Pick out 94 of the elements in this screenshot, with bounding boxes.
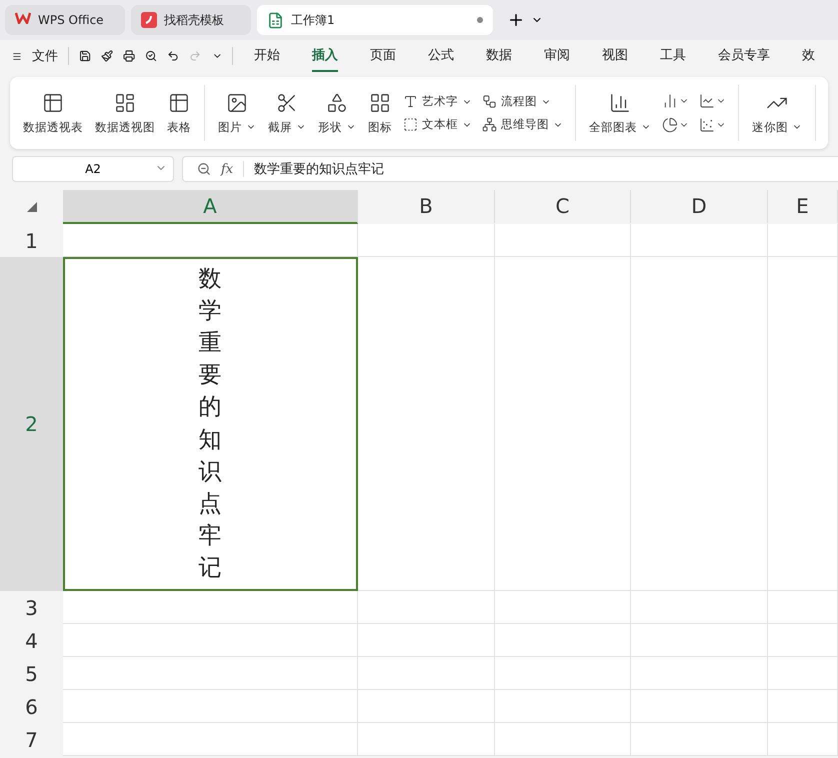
table-cell[interactable]: [768, 723, 838, 756]
document-tab[interactable]: WPS Office: [5, 5, 125, 35]
name-box[interactable]: A2: [12, 156, 174, 182]
brush-icon[interactable]: [100, 48, 113, 64]
table-cell[interactable]: [495, 591, 631, 624]
ribbon-tab[interactable]: 插入: [312, 40, 338, 72]
table-cell[interactable]: [63, 224, 358, 257]
bar-chart-icon: [609, 92, 631, 114]
table-cell[interactable]: [63, 624, 358, 657]
formula-text: 数学重要的知识点牢记: [254, 161, 384, 178]
scatter-chart-icon[interactable]: [699, 117, 715, 133]
table-cell[interactable]: [358, 224, 495, 257]
spreadsheet-icon: [267, 12, 284, 28]
image-icon: [226, 92, 248, 114]
table-cell[interactable]: [631, 224, 768, 257]
table-cell[interactable]: [495, 723, 631, 756]
table-cell[interactable]: [63, 591, 358, 624]
unsaved-dot-icon: [477, 17, 483, 23]
table-icon: [42, 92, 64, 114]
ribbon-tab[interactable]: 页面: [370, 40, 396, 72]
ribbon-tab[interactable]: 视图: [602, 40, 628, 72]
ribbon-button[interactable]: 数据透视表: [18, 90, 88, 136]
new-tab-icon[interactable]: [507, 11, 525, 29]
ribbon-tab[interactable]: 效: [802, 40, 815, 72]
table-cell[interactable]: [358, 624, 495, 657]
dashed-square-icon: [403, 117, 418, 132]
ribbon-button[interactable]: 图标: [363, 90, 397, 136]
document-tab[interactable]: 工作簿1: [257, 5, 493, 35]
table-cell[interactable]: [631, 690, 768, 723]
table-cell[interactable]: [358, 690, 495, 723]
table-cell[interactable]: [631, 591, 768, 624]
table-cell[interactable]: [631, 624, 768, 657]
dashboard-icon: [114, 92, 136, 114]
ribbon-tab[interactable]: 数据: [486, 40, 512, 72]
table-cell[interactable]: [495, 257, 631, 591]
ribbon-button[interactable]: 数据透视图: [90, 90, 160, 136]
table-cell[interactable]: [495, 657, 631, 690]
template-logo-icon: [141, 12, 157, 28]
print-icon[interactable]: [122, 48, 136, 64]
ribbon-tab[interactable]: 开始: [254, 40, 280, 72]
zoom-out-icon[interactable]: [197, 162, 211, 176]
select-all-icon[interactable]: [26, 202, 36, 212]
table-cell[interactable]: [768, 624, 838, 657]
ribbon-tab[interactable]: 公式: [428, 40, 454, 72]
row-header[interactable]: 2: [0, 257, 63, 591]
table-cell[interactable]: [495, 624, 631, 657]
table-cell[interactable]: [63, 690, 358, 723]
ribbon-button[interactable]: 图片: [213, 90, 261, 136]
document-tab[interactable]: 找稻壳模板: [131, 5, 251, 35]
table-cell[interactable]: [495, 224, 631, 257]
ribbon-tab[interactable]: 会员专享: [718, 40, 770, 72]
formula-field[interactable]: fx 数学重要的知识点牢记: [182, 156, 838, 182]
table-cell[interactable]: [631, 257, 768, 591]
table-cell[interactable]: [358, 657, 495, 690]
table-cell[interactable]: [495, 690, 631, 723]
table-cell[interactable]: [768, 257, 838, 591]
grid-icon: [369, 92, 391, 114]
flowchart-icon: [482, 94, 497, 109]
table-icon: [168, 92, 190, 114]
ribbon-tab[interactable]: 工具: [660, 40, 686, 72]
table-cell[interactable]: [358, 257, 495, 591]
print-preview-icon[interactable]: [145, 48, 158, 64]
bar-chart-icon[interactable]: [662, 93, 678, 109]
table-cell[interactable]: [358, 723, 495, 756]
scissors-icon: [276, 92, 298, 114]
table-cell[interactable]: 数学重要的知识点牢记: [63, 257, 358, 591]
ribbon-button[interactable]: 迷你图: [747, 90, 807, 136]
table-cell[interactable]: [358, 591, 495, 624]
ribbon-button[interactable]: 形状: [313, 90, 361, 136]
ribbon-button[interactable]: 文本框: [403, 117, 472, 132]
save-icon[interactable]: [78, 48, 91, 64]
ribbon-tab[interactable]: 审阅: [544, 40, 570, 72]
table-cell[interactable]: [768, 224, 838, 257]
tree-diagram-icon: [482, 117, 497, 132]
ribbon-button[interactable]: 截屏: [263, 90, 311, 136]
ribbon-button[interactable]: 艺术字: [403, 94, 472, 109]
pie-chart-icon[interactable]: [662, 117, 678, 133]
shapes-icon: [326, 92, 348, 114]
table-cell[interactable]: [63, 657, 358, 690]
ribbon-button[interactable]: 流程图: [482, 94, 563, 109]
ribbon-button[interactable]: 全部图表: [584, 90, 656, 136]
column-header[interactable]: A: [63, 190, 358, 224]
table-cell[interactable]: [768, 591, 838, 624]
table-cell[interactable]: [768, 690, 838, 723]
text-icon: [403, 94, 418, 109]
file-menu[interactable]: 文件: [32, 47, 58, 65]
ribbon-button[interactable]: 思维导图: [482, 117, 563, 132]
table-cell[interactable]: [768, 657, 838, 690]
table-cell[interactable]: [631, 723, 768, 756]
line-chart-icon[interactable]: [699, 93, 715, 109]
table-cell[interactable]: [631, 657, 768, 690]
function-label[interactable]: fx: [221, 162, 234, 176]
table-cell[interactable]: [63, 723, 358, 756]
ribbon-button[interactable]: 表格: [162, 90, 196, 136]
